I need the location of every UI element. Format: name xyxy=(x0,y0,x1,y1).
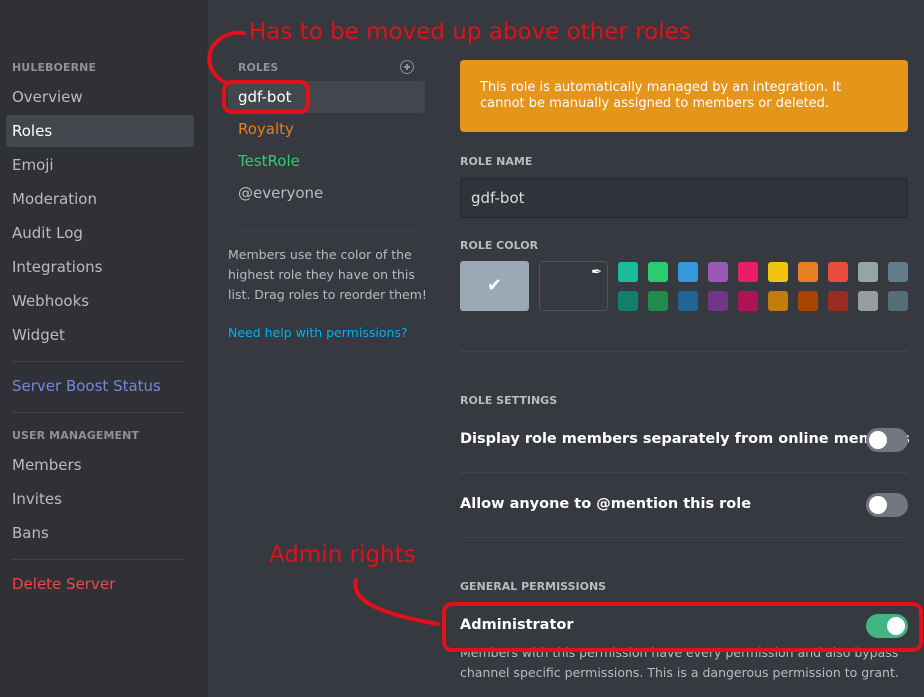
roles-header: ROLES xyxy=(238,61,279,74)
toggle-knob xyxy=(869,431,887,449)
role-name-input[interactable]: gdf-bot xyxy=(460,178,908,218)
color-swatch[interactable] xyxy=(678,291,698,311)
color-swatch[interactable] xyxy=(708,262,728,282)
color-swatch[interactable] xyxy=(768,291,788,311)
toggle-knob xyxy=(869,496,887,514)
annotation-box-administrator xyxy=(442,602,923,652)
sidebar-item-delete-server[interactable]: Delete Server xyxy=(6,568,194,600)
mention-keyword: @mention xyxy=(596,496,679,512)
default-color-swatch[interactable]: ✔ xyxy=(460,261,529,311)
display-separately-label: Display role members separately from onl… xyxy=(460,431,910,447)
general-permissions-label: GENERAL PERMISSIONS xyxy=(460,580,607,593)
sidebar-item-audit-log[interactable]: Audit Log xyxy=(6,217,194,249)
section-divider xyxy=(460,351,908,352)
sidebar-item-overview[interactable]: Overview xyxy=(6,81,194,113)
settings-sidebar: HULEBOERNE Overview Roles Emoji Moderati… xyxy=(0,0,208,697)
sidebar-item-roles[interactable]: Roles xyxy=(6,115,194,147)
role-name-label: ROLE NAME xyxy=(460,155,533,168)
server-name-header: HULEBOERNE xyxy=(12,61,97,74)
color-swatch[interactable] xyxy=(798,291,818,311)
color-swatch[interactable] xyxy=(888,262,908,282)
color-swatch[interactable] xyxy=(618,262,638,282)
role-item-royalty[interactable]: Royalty xyxy=(228,113,425,145)
mention-role-label: Allow anyone to @mention this role xyxy=(460,496,751,512)
mention-prefix: Allow anyone to xyxy=(460,496,597,512)
color-swatch[interactable] xyxy=(648,291,668,311)
section-divider xyxy=(460,472,908,473)
annotation-move-up-note: Has to be moved up above other roles xyxy=(249,19,691,45)
color-swatch[interactable] xyxy=(768,262,788,282)
custom-color-swatch[interactable]: ✒ xyxy=(539,261,608,311)
permissions-help-link[interactable]: Need help with permissions? xyxy=(228,325,408,340)
display-separately-toggle[interactable] xyxy=(866,428,908,452)
sidebar-item-invites[interactable]: Invites xyxy=(6,483,194,515)
color-swatch[interactable] xyxy=(858,262,878,282)
sidebar-divider xyxy=(12,412,184,413)
annotation-box-gdf-bot xyxy=(222,80,310,114)
sidebar-divider xyxy=(12,559,184,560)
sidebar-item-members[interactable]: Members xyxy=(6,449,194,481)
sidebar-item-server-boost-status[interactable]: Server Boost Status xyxy=(6,370,194,402)
user-management-header: USER MANAGEMENT xyxy=(12,429,140,442)
color-swatch[interactable] xyxy=(648,262,668,282)
role-item-everyone[interactable]: @everyone xyxy=(228,177,425,209)
annotation-admin-note: Admin rights xyxy=(269,542,416,568)
color-swatch[interactable] xyxy=(888,291,908,311)
sidebar-item-bans[interactable]: Bans xyxy=(6,517,194,549)
managed-role-banner: This role is automatically managed by an… xyxy=(460,60,908,132)
mention-role-toggle[interactable] xyxy=(866,493,908,517)
color-swatch[interactable] xyxy=(828,262,848,282)
eyedropper-icon: ✒ xyxy=(591,265,602,280)
sidebar-item-webhooks[interactable]: Webhooks xyxy=(6,285,194,317)
checkmark-icon: ✔ xyxy=(486,275,503,296)
roles-divider xyxy=(238,230,418,231)
role-item-testrole[interactable]: TestRole xyxy=(228,145,425,177)
color-swatch[interactable] xyxy=(738,262,758,282)
sidebar-item-emoji[interactable]: Emoji xyxy=(6,149,194,181)
sidebar-divider xyxy=(12,361,184,362)
sidebar-item-widget[interactable]: Widget xyxy=(6,319,194,351)
color-swatch[interactable] xyxy=(618,291,638,311)
section-divider xyxy=(460,537,908,538)
color-swatch[interactable] xyxy=(678,262,698,282)
role-color-label: ROLE COLOR xyxy=(460,239,539,252)
add-role-icon[interactable] xyxy=(400,60,414,74)
sidebar-item-integrations[interactable]: Integrations xyxy=(6,251,194,283)
mention-suffix: this role xyxy=(678,496,752,512)
sidebar-item-moderation[interactable]: Moderation xyxy=(6,183,194,215)
role-settings-label: ROLE SETTINGS xyxy=(460,394,558,407)
roles-help-note: Members use the color of the highest rol… xyxy=(228,247,427,302)
color-swatch[interactable] xyxy=(858,291,878,311)
color-swatch[interactable] xyxy=(708,291,728,311)
color-swatch[interactable] xyxy=(738,291,758,311)
color-swatch[interactable] xyxy=(798,262,818,282)
color-swatch[interactable] xyxy=(828,291,848,311)
